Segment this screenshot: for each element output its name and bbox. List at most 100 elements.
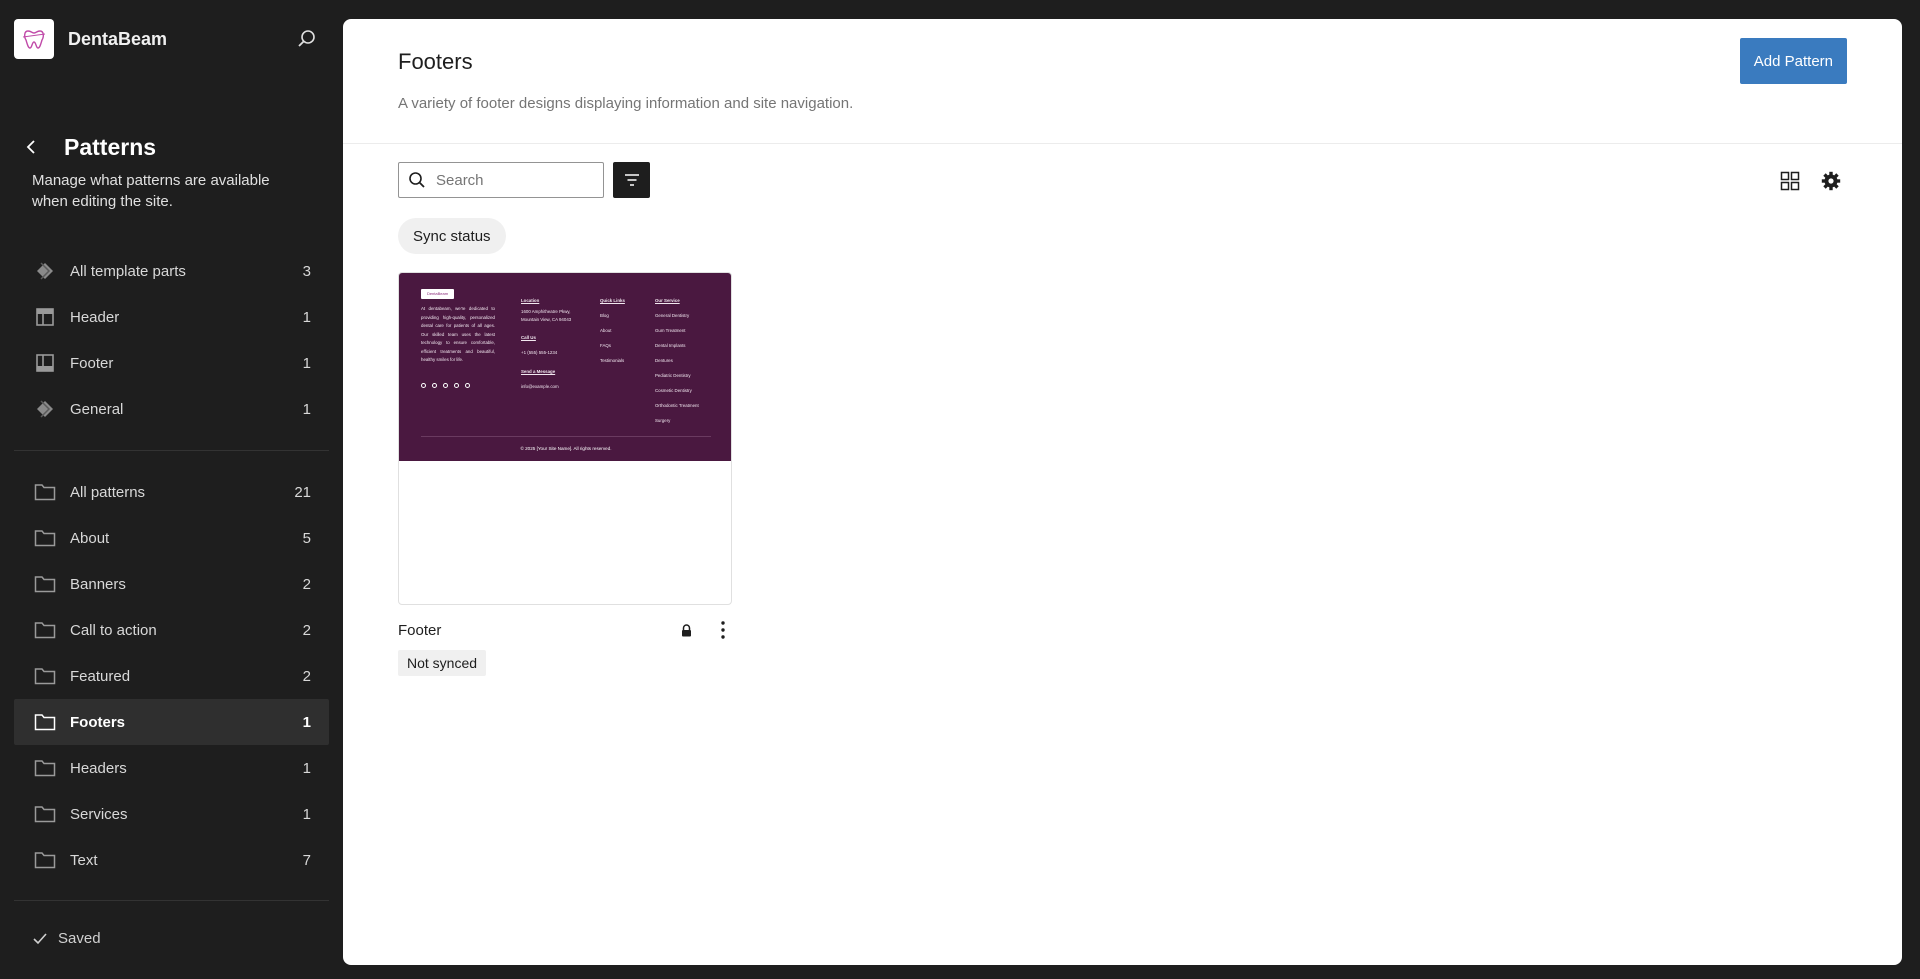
sidebar: DentaBeam Patterns Manage what patterns … — [0, 0, 343, 979]
folder-icon — [34, 619, 56, 641]
whatsapp-icon — [443, 383, 448, 388]
sidebar-item-label: Header — [70, 308, 120, 326]
sidebar-description: Manage what patterns are available when … — [32, 172, 270, 210]
preview-link: Dental Implants — [655, 343, 686, 348]
sidebar-item-count: 2 — [302, 621, 311, 639]
save-status: Saved — [32, 930, 101, 947]
preview-text: +1 (555) 555-1234 — [521, 350, 558, 355]
filter-icon — [624, 174, 639, 186]
main-panel: Footers A variety of footer designs disp… — [343, 19, 1902, 965]
preview-divider — [421, 436, 711, 437]
sidebar-item-label: Banners — [70, 575, 126, 593]
sidebar-item-header[interactable]: Header 1 — [14, 294, 329, 340]
sidebar-item-text[interactable]: Text 7 — [14, 837, 329, 883]
search-icon[interactable] — [295, 27, 319, 51]
folder-icon — [34, 803, 56, 825]
sidebar-item-label: General — [70, 400, 124, 418]
preview-text: Mountain View, CA 94043 — [521, 317, 572, 322]
search-field[interactable] — [398, 162, 604, 198]
sync-status-badge: Not synced — [398, 650, 487, 676]
search-input[interactable] — [434, 170, 588, 190]
site-logo[interactable] — [14, 19, 54, 59]
sidebar-item-label: Featured — [70, 667, 131, 685]
check-icon — [32, 932, 48, 946]
pattern-preview[interactable]: DentaBeam At dentabeam, we're dedicated … — [398, 272, 732, 605]
sidebar-item-services[interactable]: Services 1 — [14, 791, 329, 837]
sidebar-item-count: 2 — [302, 575, 311, 593]
footer-layout-icon — [34, 352, 56, 374]
sidebar-item-label: Footer — [70, 354, 114, 372]
folder-icon — [34, 573, 56, 595]
preview-logo: DentaBeam — [421, 289, 454, 299]
sidebar-item-count: 1 — [302, 400, 311, 418]
sidebar-item-banners[interactable]: Banners 2 — [14, 561, 329, 607]
folder-icon — [34, 711, 56, 733]
sidebar-item-featured[interactable]: Featured 2 — [14, 653, 329, 699]
header-layout-icon — [34, 306, 56, 328]
sidebar-item-label: All template parts — [70, 262, 186, 280]
preview-social-icons — [421, 383, 470, 388]
preview-about-text: At dentabeam, we're dedicated to providi… — [421, 306, 495, 362]
preview-text: info@example.com — [521, 384, 559, 389]
sidebar-divider — [14, 450, 329, 451]
sidebar-item-about[interactable]: About 5 — [14, 515, 329, 561]
pattern-title[interactable]: Footer — [398, 622, 441, 639]
filter-button[interactable] — [613, 162, 650, 198]
sidebar-item-headers[interactable]: Headers 1 — [14, 745, 329, 791]
preview-quick-links-column: Quick Links Blog About FAQs Testimonials — [600, 293, 625, 368]
page-description: A variety of footer designs displaying i… — [398, 95, 854, 112]
sidebar-item-all-patterns[interactable]: All patterns 21 — [14, 469, 329, 515]
search-icon — [408, 171, 426, 189]
diamond-icon — [34, 398, 56, 420]
back-chevron-icon[interactable] — [20, 134, 42, 160]
preview-heading: Call Us — [521, 335, 536, 340]
pattern-categories-list: All patterns 21 About 5 Banners 2 Call t… — [14, 469, 329, 883]
sidebar-item-count: 1 — [302, 805, 311, 823]
add-pattern-button[interactable]: Add Pattern — [1739, 38, 1847, 84]
sidebar-item-footer[interactable]: Footer 1 — [14, 340, 329, 386]
sidebar-item-count: 1 — [302, 354, 311, 372]
preview-link: General Dentistry — [655, 313, 690, 318]
folder-icon — [34, 849, 56, 871]
sidebar-item-label: All patterns — [70, 483, 146, 501]
sidebar-item-count: 1 — [302, 308, 311, 326]
tooth-logo-icon — [22, 30, 46, 49]
header-divider — [343, 143, 1902, 144]
sync-status-filter-chip[interactable]: Sync status — [398, 218, 506, 254]
gear-icon[interactable] — [1819, 169, 1843, 193]
sidebar-title: Patterns — [64, 134, 157, 160]
more-actions-icon[interactable] — [715, 619, 731, 641]
grid-view-icon[interactable] — [1778, 169, 1802, 193]
twitter-icon — [432, 383, 437, 388]
sidebar-item-general[interactable]: General 1 — [14, 386, 329, 432]
sidebar-item-footers[interactable]: Footers 1 — [14, 699, 329, 745]
preview-heading: Quick Links — [600, 298, 625, 303]
sidebar-item-label: Footers — [70, 713, 126, 731]
sidebar-item-count: 2 — [302, 667, 311, 685]
sidebar-item-count: 1 — [302, 713, 311, 731]
preview-text: 1600 Amphitheatre Pkwy, — [521, 309, 571, 314]
facebook-icon — [421, 383, 426, 388]
template-parts-list: All template parts 3 Header 1 Footer 1 G… — [14, 248, 329, 432]
site-header: DentaBeam — [14, 19, 329, 59]
sidebar-item-call-to-action[interactable]: Call to action 2 — [14, 607, 329, 653]
diamond-icon — [34, 260, 56, 282]
preview-link: Orthodontic Treatment — [655, 403, 699, 408]
preview-link: Dentures — [655, 358, 673, 363]
site-name[interactable]: DentaBeam — [68, 29, 167, 50]
sidebar-item-label: Text — [70, 851, 98, 869]
page-title: Footers — [398, 49, 473, 74]
sidebar-item-all-template-parts[interactable]: All template parts 3 — [14, 248, 329, 294]
sidebar-item-count: 7 — [302, 851, 311, 869]
preview-location-column: Location 1600 Amphitheatre Pkwy, Mountai… — [521, 293, 571, 394]
sidebar-item-count: 1 — [302, 759, 311, 777]
preview-link: FAQs — [600, 343, 611, 348]
folder-icon — [34, 527, 56, 549]
preview-services-column: Our Service General Dentistry Gum Treatm… — [655, 293, 699, 428]
folder-icon — [34, 757, 56, 779]
preview-link: Surgery — [655, 418, 671, 423]
sidebar-item-label: About — [70, 529, 110, 547]
folder-icon — [34, 481, 56, 503]
lock-icon — [679, 622, 693, 638]
sidebar-item-count: 21 — [294, 483, 311, 501]
